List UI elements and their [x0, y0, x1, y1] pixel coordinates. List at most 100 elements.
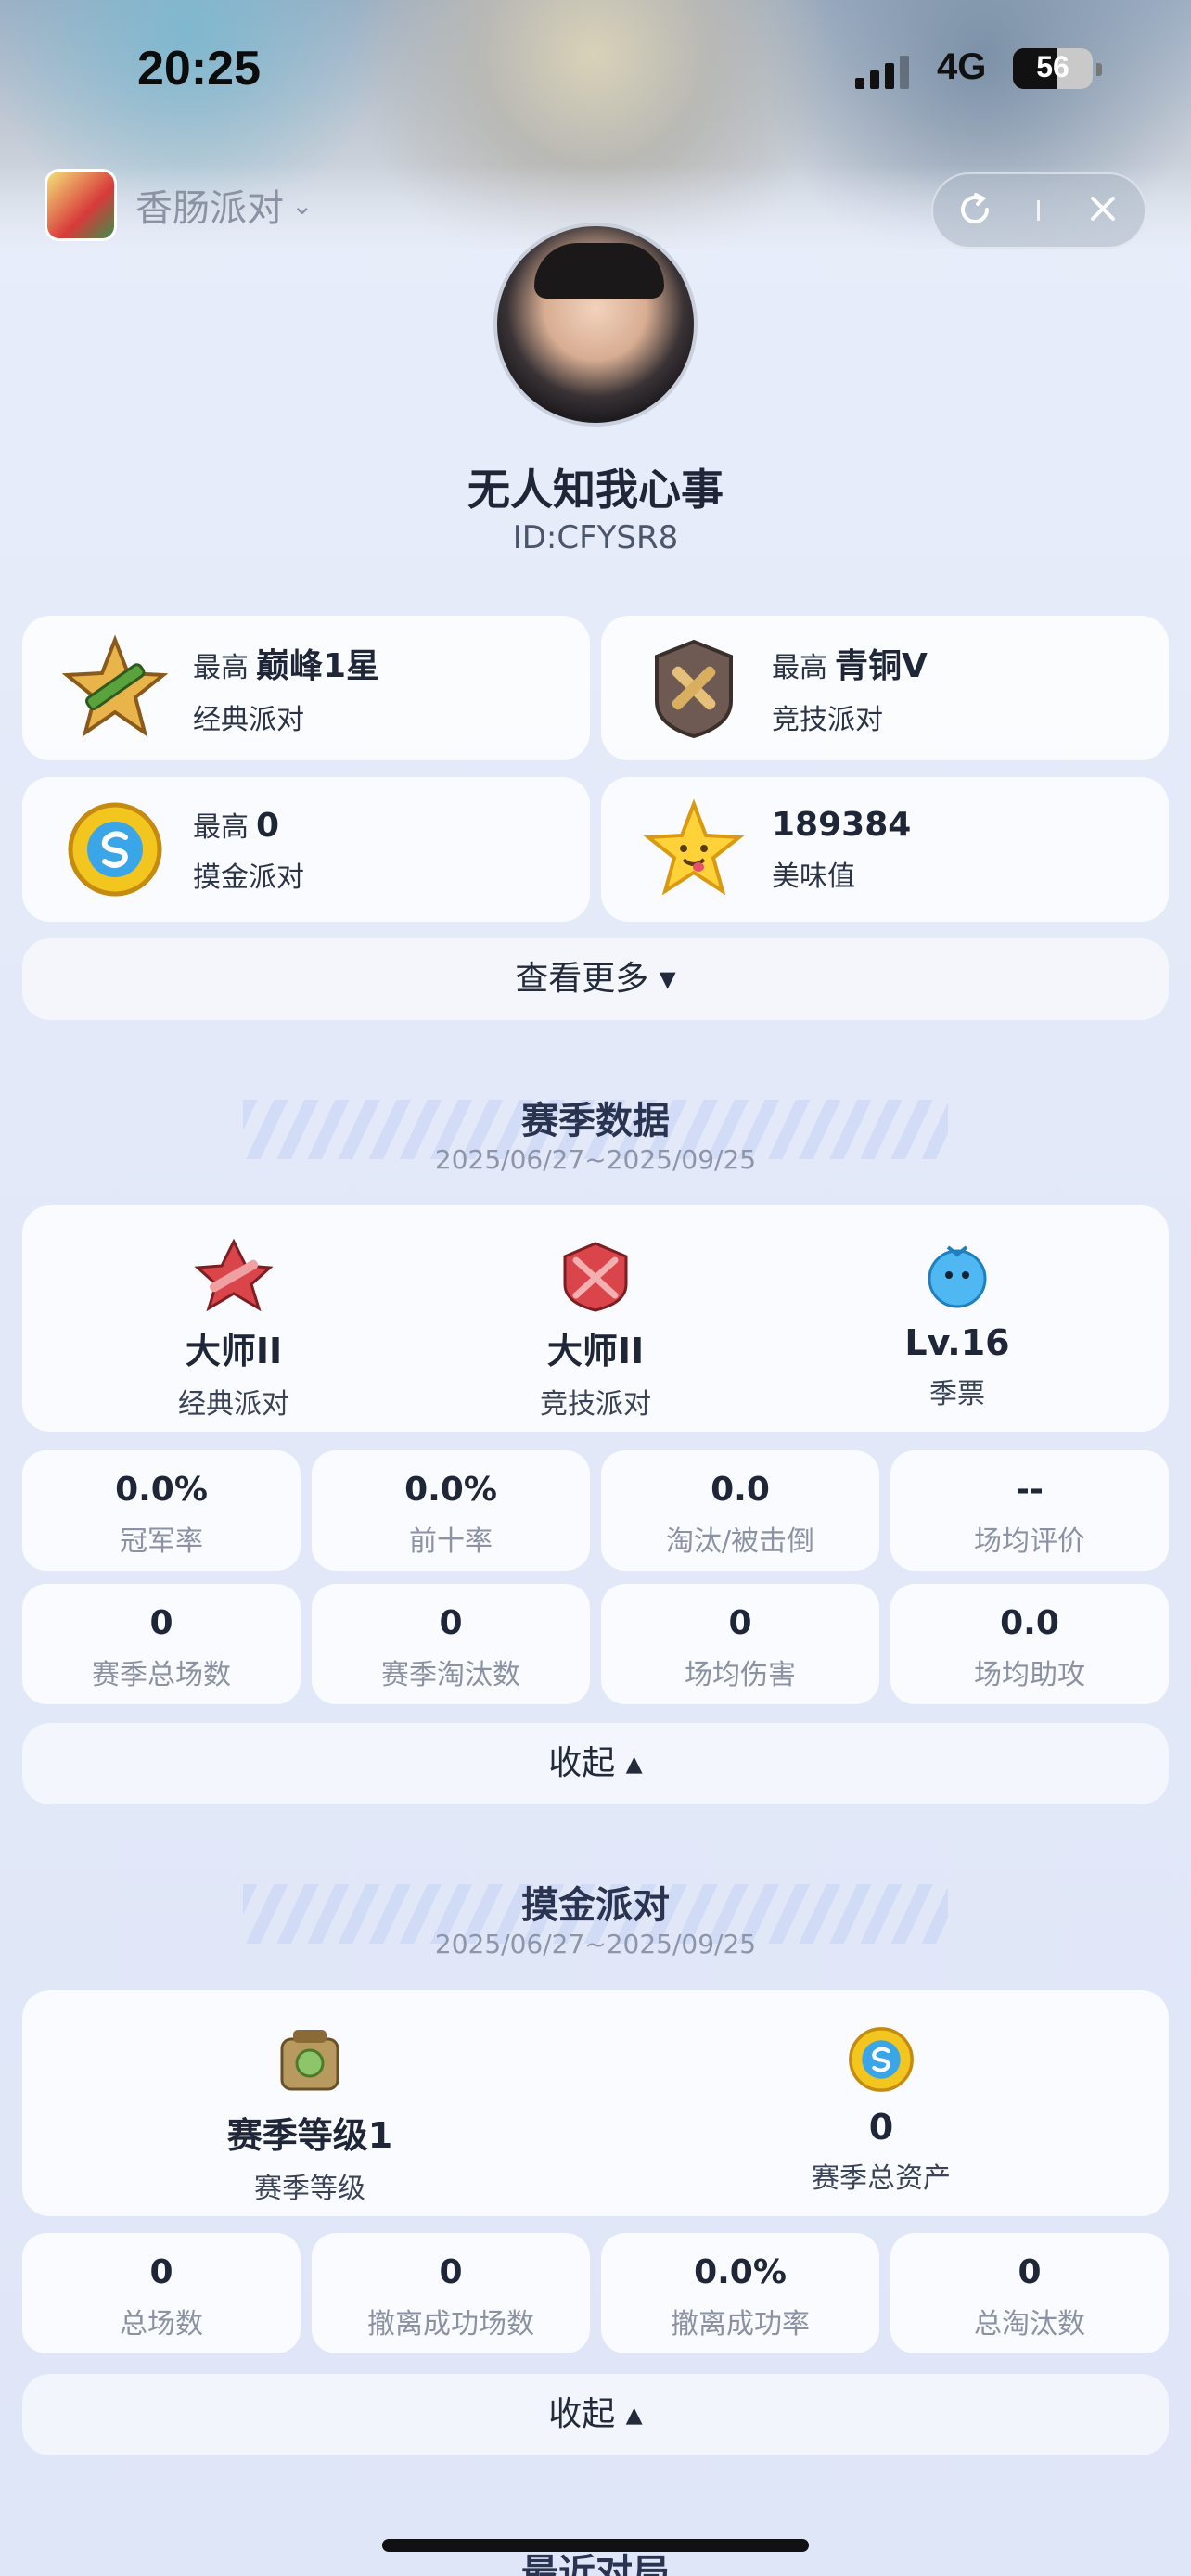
rank-card-gold[interactable]: 最高 0 摸金派对 [22, 777, 590, 922]
refresh-icon[interactable] [954, 187, 996, 234]
master-classic-icon [43, 1233, 425, 1317]
stat-label: 赛季淘汰数 [381, 1659, 520, 1691]
tier-total-assets[interactable]: 0 赛季总资产 [690, 2018, 1072, 2196]
nickname: 无人知我心事 [467, 465, 724, 515]
tier-classic[interactable]: 大师II 经典派对 [43, 1233, 425, 1422]
stat-label: 撤离成功率 [671, 2308, 810, 2340]
stat-value: 0.0% [404, 1471, 497, 1509]
bronze-rank-icon [638, 632, 749, 744]
tier-label: 赛季总资产 [812, 2162, 951, 2195]
stat-value: 0 [149, 2253, 173, 2291]
gold-collapse-button[interactable]: 收起 ▴ [22, 2374, 1169, 2455]
stat-extract-success-count: 0 撤离成功场数 [312, 2233, 590, 2353]
tasty-label: 美味值 [772, 860, 855, 893]
stat-value: 0 [149, 1604, 173, 1642]
rank-value: 巅峰1星 [256, 647, 380, 685]
stat-label: 前十率 [409, 1525, 493, 1558]
stat-value: 0.0% [115, 1471, 208, 1509]
capsule-divider [1037, 200, 1041, 221]
battery-icon: 56 [1013, 48, 1093, 89]
stat-avg-rating: -- 场均评价 [890, 1450, 1169, 1571]
avatar[interactable] [493, 223, 698, 427]
view-more-button[interactable]: 查看更多 ▾ [22, 938, 1169, 1020]
battery-level: 56 [1036, 50, 1069, 83]
stat-value: -- [1016, 1471, 1044, 1509]
rank-mode: 竞技派对 [772, 704, 883, 736]
rank-value: 青铜V [835, 647, 928, 685]
stat-label: 淘汰/被击倒 [665, 1525, 815, 1558]
tier-value: 0 [868, 2107, 894, 2148]
rank-prefix: 最高 [193, 811, 249, 844]
tasty-star-icon [638, 794, 749, 905]
stat-total-eliminations: 0 总淘汰数 [890, 2233, 1169, 2353]
stat-label: 总场数 [120, 2308, 203, 2340]
stat-label: 赛季总场数 [92, 1659, 231, 1691]
rank-card-competitive[interactable]: 最高 青铜V 竞技派对 [601, 616, 1169, 760]
gold-coin-icon [690, 2018, 1072, 2101]
stat-label: 场均评价 [974, 1525, 1085, 1558]
stat-total-matches: 0 赛季总场数 [22, 1584, 301, 1704]
stat-value: 0.0% [694, 2253, 787, 2291]
tier-value: 大师II [185, 1331, 283, 1371]
tier-value: Lv.16 [904, 1322, 1010, 1363]
rank-prefix: 最高 [772, 652, 827, 684]
stat-value: 0 [1018, 2253, 1042, 2291]
stat-champion-rate: 0.0% 冠军率 [22, 1450, 301, 1571]
rank-value: 0 [256, 807, 280, 845]
app-name: 香肠派对 [135, 187, 284, 230]
stat-label: 总淘汰数 [974, 2308, 1085, 2340]
tier-value: 大师II [546, 1331, 645, 1371]
tier-season-level[interactable]: 赛季等级1 赛季等级 [119, 2018, 501, 2206]
classic-rank-icon [59, 632, 171, 744]
gold-date-range: 2025/06/27~2025/09/25 [434, 1929, 757, 1959]
gold-tier-card: 赛季等级1 赛季等级 0 赛季总资产 [22, 1990, 1169, 2216]
tasty-value-card[interactable]: 189384 美味值 [601, 777, 1169, 922]
user-id: ID:CFYSR8 [512, 519, 679, 556]
app-switcher[interactable]: 香肠派对 ⌄ [45, 169, 313, 241]
tier-label: 赛季等级 [254, 2173, 365, 2205]
season-level-icon [119, 2018, 501, 2101]
stat-label: 场均助攻 [974, 1659, 1085, 1691]
season-collapse-button[interactable]: 收起 ▴ [22, 1723, 1169, 1804]
tier-value: 赛季等级1 [226, 2115, 393, 2156]
stat-label: 撤离成功场数 [367, 2308, 534, 2340]
master-competitive-icon [404, 1233, 787, 1317]
stat-avg-assists: 0.0 场均助攻 [890, 1584, 1169, 1704]
stat-value: 0 [439, 1604, 463, 1642]
season-tier-card: 大师II 经典派对 大师II 竞技派对 Lv.16 季票 [22, 1205, 1169, 1432]
gold-title: 摸金派对 [521, 1884, 670, 1927]
stat-value: 0 [728, 1604, 752, 1642]
stat-extract-success-rate: 0.0% 撤离成功率 [601, 2233, 879, 2353]
stat-label: 场均伤害 [685, 1659, 796, 1691]
season-pass-icon [766, 1233, 1148, 1317]
season-title: 赛季数据 [521, 1100, 670, 1142]
stat-label: 冠军率 [120, 1525, 203, 1558]
status-time: 20:25 [137, 42, 261, 96]
mini-program-capsule [931, 172, 1146, 249]
app-icon [45, 169, 117, 241]
season-section-header: 赛季数据 2025/06/27~2025/09/25 [0, 1090, 1191, 1183]
close-icon[interactable] [1082, 187, 1124, 234]
rank-prefix: 最高 [193, 652, 249, 684]
tier-label: 季票 [929, 1378, 985, 1410]
stat-kd: 0.0 淘汰/被击倒 [601, 1450, 879, 1571]
gold-coin-icon [59, 794, 171, 905]
stat-total-eliminations: 0 赛季淘汰数 [312, 1584, 590, 1704]
tier-label: 经典派对 [178, 1388, 289, 1421]
stat-value: 0.0 [711, 1471, 770, 1509]
tier-season-pass[interactable]: Lv.16 季票 [766, 1233, 1148, 1411]
gold-section-header: 摸金派对 2025/06/27~2025/09/25 [0, 1875, 1191, 1968]
stat-avg-damage: 0 场均伤害 [601, 1584, 879, 1704]
rank-mode: 摸金派对 [193, 861, 304, 894]
rank-card-classic[interactable]: 最高 巅峰1星 经典派对 [22, 616, 590, 760]
home-indicator[interactable] [382, 2539, 809, 2552]
network-type: 4G [937, 46, 987, 87]
tier-competitive[interactable]: 大师II 竞技派对 [404, 1233, 787, 1422]
stat-value: 0.0 [1000, 1604, 1059, 1642]
stat-total-matches: 0 总场数 [22, 2233, 301, 2353]
rank-mode: 经典派对 [193, 704, 304, 736]
battery-tip [1096, 63, 1102, 76]
stat-value: 0 [439, 2253, 463, 2291]
stat-top10-rate: 0.0% 前十率 [312, 1450, 590, 1571]
chevron-down-icon: ⌄ [291, 189, 314, 221]
